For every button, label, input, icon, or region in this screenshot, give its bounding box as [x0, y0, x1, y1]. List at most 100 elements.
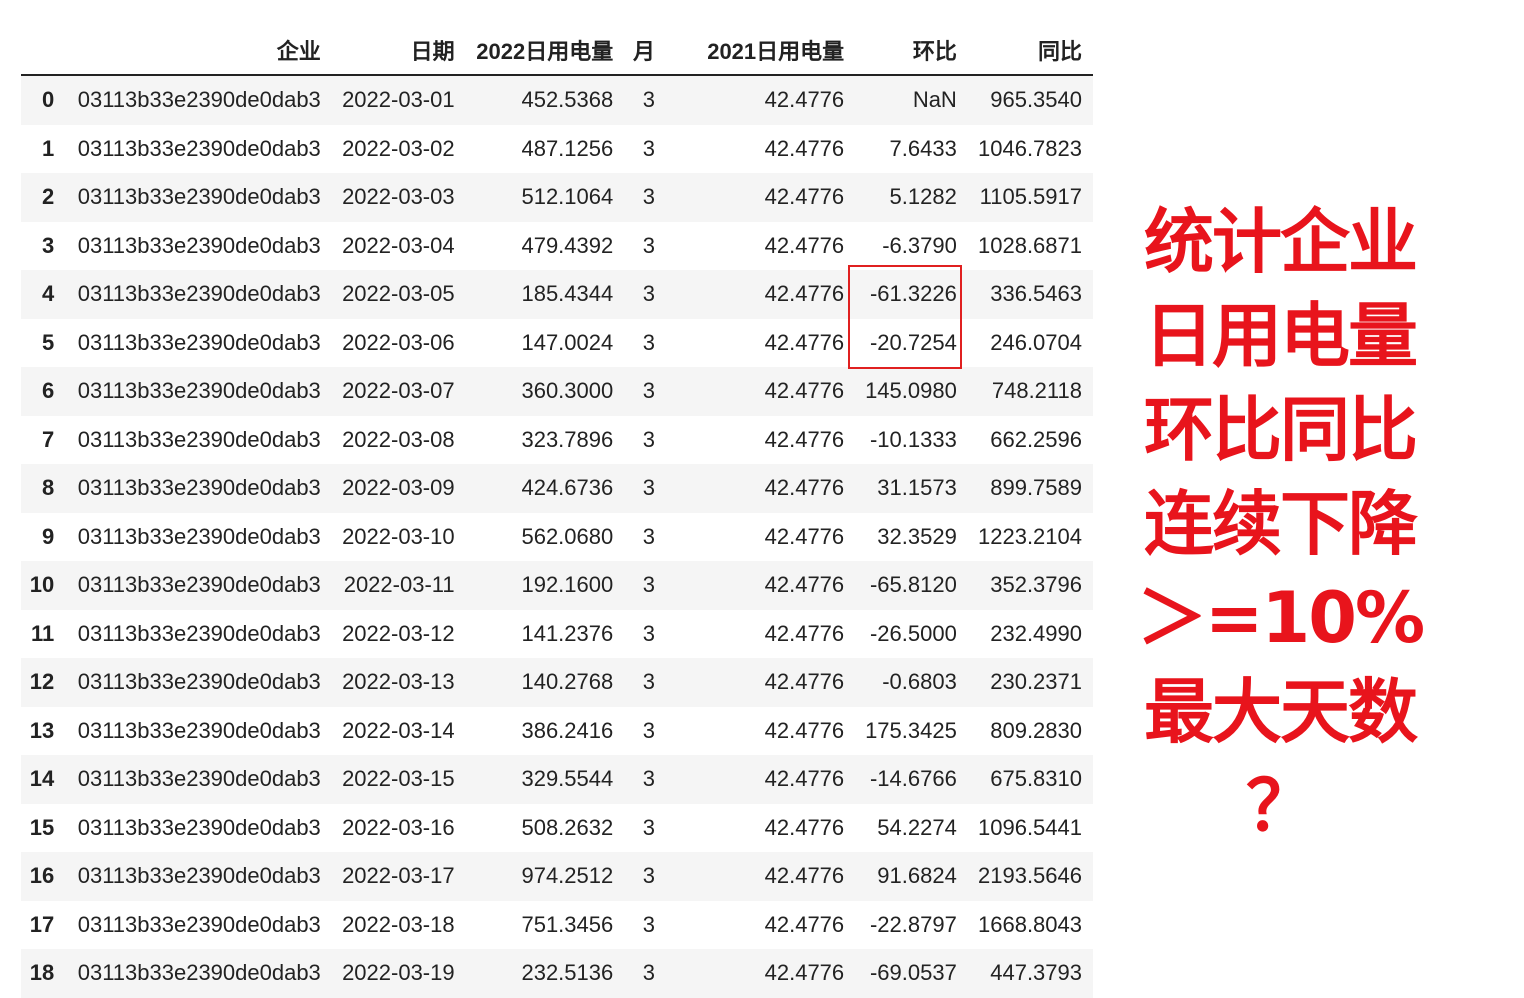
cell-usage-2022: 487.1256	[521, 135, 614, 161]
cell-date: 2022-03-02	[342, 135, 455, 161]
cell-yoy: 1046.7823	[978, 135, 1082, 161]
cell-mom: 145.0980	[865, 378, 957, 404]
cell-yoy: 662.2596	[990, 426, 1082, 452]
cell-yoy: 246.0704	[990, 329, 1082, 355]
row-index: 7	[41, 426, 55, 452]
cell-mom: -14.6766	[869, 766, 957, 792]
table-row: 13 03113b33e2390de0dab3 2022-03-14 386.2416…	[21, 706, 1093, 755]
cell-month: 3	[642, 523, 655, 549]
cell-date: 2022-03-04	[342, 232, 455, 258]
cell-yoy: 675.8310	[990, 766, 1082, 792]
table-row: 4 03113b33e2390de0dab3 2022-03-05 185.4344 3…	[21, 270, 1093, 319]
cell-enterprise: 03113b33e2390de0dab3	[77, 184, 321, 210]
cell-date: 2022-03-08	[342, 426, 455, 452]
cell-usage-2022: 360.3000	[521, 378, 614, 404]
row-index: 14	[29, 766, 55, 792]
cell-mom: -26.5000	[869, 620, 957, 646]
cell-usage-2022: 329.5544	[521, 766, 614, 792]
cell-yoy: 1105.5917	[979, 184, 1082, 210]
cell-usage-2022: 185.4344	[521, 281, 614, 307]
cell-enterprise: 03113b33e2390de0dab3	[77, 87, 321, 113]
cell-month: 3	[642, 232, 655, 258]
table-row: 1 03113b33e2390de0dab3 2022-03-02 487.1256 3…	[21, 124, 1093, 173]
row-index: 9	[41, 523, 55, 549]
cell-usage-2022: 508.2632	[521, 814, 614, 840]
cell-enterprise: 03113b33e2390de0dab3	[77, 329, 321, 355]
cell-usage-2022: 141.2376	[521, 620, 614, 646]
cell-month: 3	[642, 669, 655, 695]
cell-mom: -6.3790	[882, 232, 957, 258]
cell-month: 3	[642, 717, 655, 743]
cell-date: 2022-03-06	[342, 329, 455, 355]
cell-date: 2022-03-18	[342, 911, 455, 937]
cell-enterprise: 03113b33e2390de0dab3	[77, 281, 321, 307]
cell-mom: -10.1333	[869, 426, 957, 452]
row-index: 18	[29, 960, 55, 986]
row-index: 3	[41, 232, 55, 258]
cell-mom: 54.2274	[877, 814, 957, 840]
cell-usage-2021: 42.4776	[764, 572, 845, 598]
cell-date: 2022-03-10	[342, 523, 455, 549]
cell-usage-2021: 42.4776	[764, 669, 845, 695]
cell-month: 3	[642, 960, 655, 986]
cell-usage-2022: 323.7896	[521, 426, 614, 452]
cell-mom: -61.3226	[869, 281, 957, 307]
row-index: 13	[29, 717, 55, 743]
cell-enterprise: 03113b33e2390de0dab3	[77, 911, 321, 937]
row-index: 0	[41, 87, 55, 113]
row-index: 8	[41, 475, 55, 501]
table-row: 7 03113b33e2390de0dab3 2022-03-08 323.7896 3…	[21, 415, 1093, 464]
cell-month: 3	[642, 281, 655, 307]
table-row: 2 03113b33e2390de0dab3 2022-03-03 512.1064 3…	[21, 173, 1093, 222]
cell-enterprise: 03113b33e2390de0dab3	[77, 960, 321, 986]
column-header-month: 月	[624, 26, 666, 76]
table-row: 11 03113b33e2390de0dab3 2022-03-12 141.2376…	[21, 609, 1093, 658]
cell-mom: NaN	[912, 87, 957, 113]
cell-date: 2022-03-01	[342, 87, 455, 113]
row-index: 6	[41, 378, 55, 404]
cell-usage-2021: 42.4776	[764, 863, 845, 889]
table-row: 0 03113b33e2390de0dab3 2022-03-01 452.5368 3…	[21, 75, 1093, 125]
header-row: 企业 日期 2022日用电量月 2021日用电量 环比 同比	[21, 26, 1093, 76]
row-index: 12	[29, 669, 55, 695]
cell-mom: 5.1282	[889, 184, 957, 210]
column-header-usage-2021: 2021日用电量	[665, 26, 856, 76]
cell-month: 3	[642, 766, 655, 792]
annotation-line: 环比同比	[1144, 389, 1418, 471]
table-row: 9 03113b33e2390de0dab3 2022-03-10 562.0680 3…	[21, 512, 1093, 561]
cell-usage-2022: 512.1064	[521, 184, 614, 210]
table-row: 16 03113b33e2390de0dab3 2022-03-17 974.2512…	[21, 852, 1093, 901]
cell-yoy: 1096.5441	[978, 814, 1082, 840]
annotation-line: ＞=10%	[1136, 577, 1425, 659]
cell-usage-2021: 42.4776	[764, 329, 845, 355]
cell-usage-2022: 140.2768	[521, 669, 614, 695]
cell-mom: -0.6803	[882, 669, 957, 695]
cell-usage-2021: 42.4776	[764, 378, 845, 404]
cell-month: 3	[642, 87, 655, 113]
cell-usage-2022: 479.4392	[521, 232, 614, 258]
annotation-line: ？	[1246, 765, 1316, 847]
cell-usage-2021: 42.4776	[764, 281, 845, 307]
table-row: 6 03113b33e2390de0dab3 2022-03-07 360.3000 3…	[21, 367, 1093, 416]
cell-enterprise: 03113b33e2390de0dab3	[77, 717, 321, 743]
cell-usage-2021: 42.4776	[764, 766, 845, 792]
cell-date: 2022-03-13	[342, 669, 455, 695]
cell-usage-2021: 42.4776	[764, 135, 845, 161]
annotation-line: 日用电量	[1144, 295, 1418, 377]
column-header-usage-2022: 2022日用电量	[465, 26, 625, 76]
cell-yoy: 1028.6871	[978, 232, 1082, 258]
row-index: 4	[41, 281, 55, 307]
cell-usage-2021: 42.4776	[764, 523, 845, 549]
cell-enterprise: 03113b33e2390de0dab3	[77, 814, 321, 840]
cell-usage-2021: 42.4776	[764, 960, 845, 986]
table-row: 18 03113b33e2390de0dab3 2022-03-19 232.5136…	[21, 949, 1093, 998]
cell-yoy: 1668.8043	[978, 911, 1082, 937]
cell-yoy: 2193.5646	[978, 863, 1082, 889]
cell-mom: 175.3425	[865, 717, 957, 743]
cell-date: 2022-03-09	[342, 475, 455, 501]
column-header-mom: 环比	[855, 26, 968, 76]
cell-enterprise: 03113b33e2390de0dab3	[77, 620, 321, 646]
cell-month: 3	[642, 135, 655, 161]
cell-enterprise: 03113b33e2390de0dab3	[77, 426, 321, 452]
cell-usage-2021: 42.4776	[764, 232, 845, 258]
